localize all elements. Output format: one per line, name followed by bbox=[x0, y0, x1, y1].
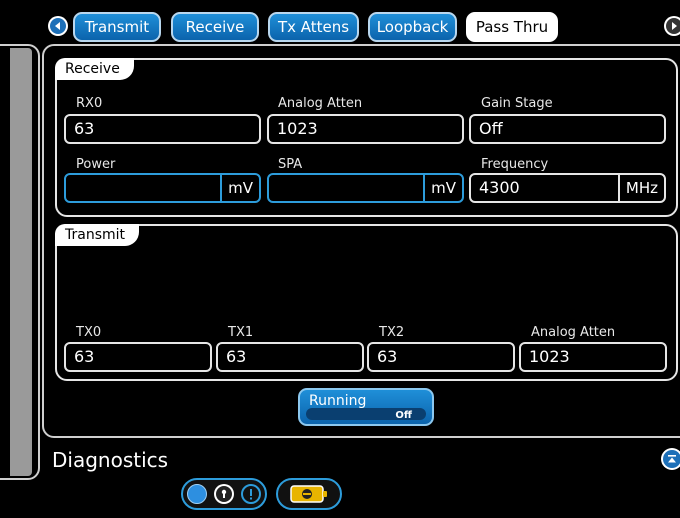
tx2-field[interactable]: 63 bbox=[367, 342, 515, 372]
tx-analog-atten-field[interactable]: 1023 bbox=[519, 342, 667, 372]
diagnostics-title: Diagnostics bbox=[52, 448, 169, 472]
battery-icon bbox=[290, 485, 327, 503]
running-toggle[interactable]: Running Off bbox=[298, 388, 434, 426]
battery-status[interactable] bbox=[276, 478, 342, 510]
alert-icon bbox=[241, 484, 261, 504]
frequency-value: 4300 bbox=[479, 178, 520, 197]
tab-transmit[interactable]: Transmit bbox=[73, 12, 161, 42]
power-label: Power bbox=[76, 157, 116, 172]
tab-pass-thru[interactable]: Pass Thru bbox=[466, 12, 558, 42]
status-indicators[interactable] bbox=[181, 478, 267, 510]
triangle-left-icon bbox=[50, 18, 66, 34]
triangle-right-icon bbox=[666, 18, 680, 34]
tx0-field[interactable]: 63 bbox=[64, 342, 212, 372]
power-field[interactable]: mV bbox=[64, 173, 261, 203]
tx2-label: TX2 bbox=[379, 325, 405, 340]
nav-prev-button[interactable] bbox=[48, 16, 68, 36]
collapse-button[interactable] bbox=[661, 448, 680, 470]
spa-unit: mV bbox=[423, 175, 462, 201]
spa-field[interactable]: mV bbox=[267, 173, 464, 203]
tab-receive[interactable]: Receive bbox=[171, 12, 259, 42]
status-dot-icon bbox=[187, 484, 207, 504]
gain-stage-label: Gain Stage bbox=[481, 96, 553, 111]
power-unit: mV bbox=[220, 175, 259, 201]
transmit-group-title: Transmit bbox=[55, 224, 140, 246]
nav-next-button[interactable] bbox=[664, 16, 680, 36]
gain-stage-field[interactable]: Off bbox=[469, 114, 666, 144]
frequency-field[interactable]: 4300 MHz bbox=[469, 173, 666, 203]
frequency-unit: MHz bbox=[617, 175, 664, 201]
rx0-label: RX0 bbox=[76, 96, 103, 111]
tx-analog-atten-label: Analog Atten bbox=[531, 325, 616, 340]
frequency-label: Frequency bbox=[481, 157, 549, 172]
running-label: Running bbox=[309, 393, 367, 409]
collapse-up-icon bbox=[663, 450, 680, 468]
tx0-label: TX0 bbox=[76, 325, 102, 340]
tx1-field[interactable]: 63 bbox=[216, 342, 364, 372]
spa-label: SPA bbox=[278, 157, 303, 172]
analog-atten-label: Analog Atten bbox=[278, 96, 363, 111]
rx-analog-atten-field[interactable]: 1023 bbox=[267, 114, 464, 144]
tab-tx-attens[interactable]: Tx Attens bbox=[268, 12, 359, 42]
rx0-field[interactable]: 63 bbox=[64, 114, 261, 144]
tab-loopback[interactable]: Loopback bbox=[368, 12, 457, 42]
running-state: Off bbox=[395, 410, 412, 421]
tx1-label: TX1 bbox=[228, 325, 254, 340]
side-panel-handle[interactable] bbox=[10, 48, 32, 476]
receive-group-title: Receive bbox=[55, 58, 134, 80]
lock-icon bbox=[214, 484, 234, 504]
